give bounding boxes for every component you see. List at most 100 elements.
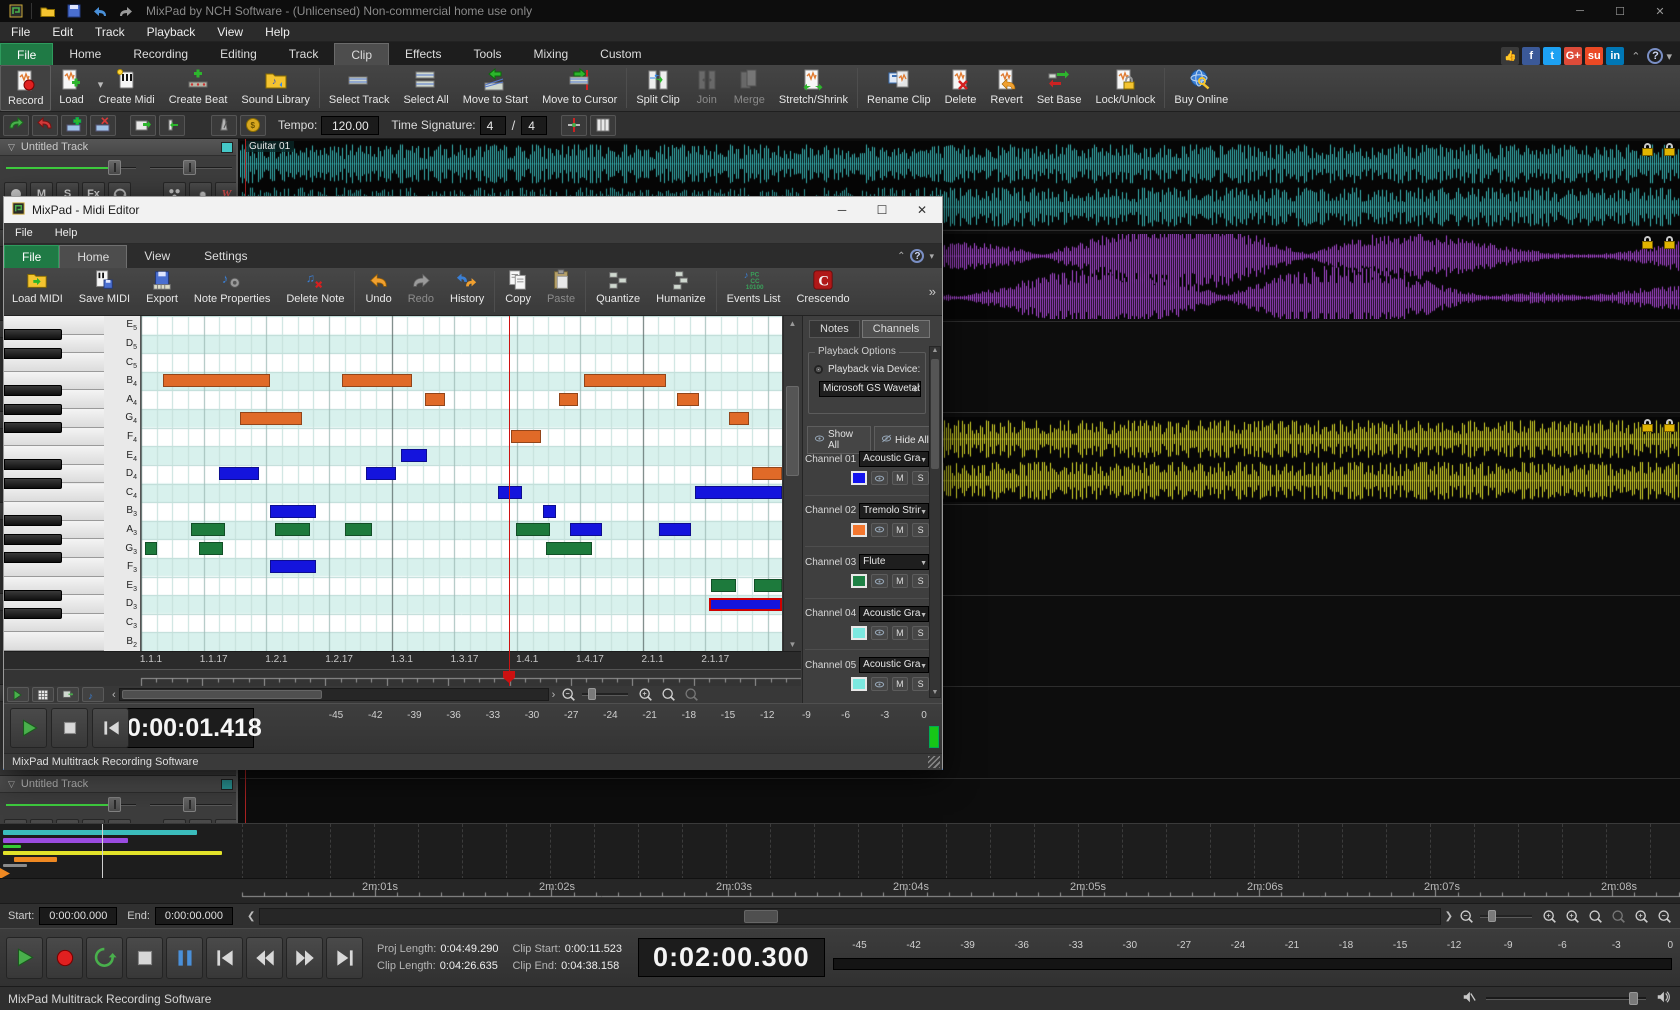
open-icon[interactable] bbox=[38, 3, 58, 19]
volume-slider-thumb[interactable] bbox=[108, 797, 121, 812]
midi-note[interactable] bbox=[754, 579, 782, 592]
channel-eye-button[interactable] bbox=[871, 471, 888, 485]
collapse-track-icon[interactable]: ▽ bbox=[8, 142, 15, 153]
midi-zoom-out-button[interactable]: − bbox=[558, 685, 578, 704]
save-icon[interactable] bbox=[64, 3, 84, 19]
undo-button[interactable]: Undo bbox=[357, 268, 399, 315]
maximize-button[interactable]: ☐ bbox=[1600, 0, 1640, 22]
midi-collapse-icon[interactable]: ⌃ bbox=[897, 251, 905, 262]
tab-clip[interactable]: Clip bbox=[334, 43, 389, 65]
tab-home[interactable]: Home bbox=[53, 43, 117, 65]
redo-small-button[interactable] bbox=[3, 115, 29, 136]
track-header[interactable]: ▽Untitled Track bbox=[0, 139, 238, 156]
show-velocity-button[interactable] bbox=[57, 687, 79, 702]
zoom-vertical-out-button[interactable]: − bbox=[1654, 907, 1674, 926]
midi-note[interactable] bbox=[570, 523, 602, 536]
panel-scrollbar[interactable]: ▲▼ bbox=[929, 346, 941, 698]
collapse-track-icon[interactable]: ▽ bbox=[8, 779, 15, 790]
tab-channels[interactable]: Channels bbox=[862, 320, 930, 338]
midi-note[interactable] bbox=[219, 467, 259, 480]
select-track-button[interactable]: Select Track bbox=[322, 65, 397, 111]
menu-edit[interactable]: Edit bbox=[41, 22, 84, 42]
channel-color-swatch[interactable] bbox=[851, 523, 867, 537]
zoom-slider-thumb[interactable] bbox=[1488, 910, 1496, 922]
googleplus-icon[interactable]: G+ bbox=[1564, 47, 1582, 65]
tab-file[interactable]: File bbox=[0, 43, 53, 65]
clip-lock-icon[interactable] bbox=[1642, 143, 1653, 156]
transport-fast-forward-button[interactable] bbox=[286, 937, 323, 979]
menu-file[interactable]: File bbox=[0, 22, 41, 42]
copy-button[interactable]: Copy bbox=[497, 268, 539, 315]
undo-small-button[interactable] bbox=[32, 115, 58, 136]
channel-eye-button[interactable] bbox=[871, 677, 888, 691]
midi-zoom-selection-button[interactable] bbox=[658, 685, 678, 704]
channel-color-swatch[interactable] bbox=[851, 677, 867, 691]
piano-roll-vscrollbar[interactable]: ▲▼ bbox=[783, 316, 801, 651]
midi-note[interactable] bbox=[240, 412, 302, 425]
midi-note[interactable] bbox=[709, 598, 782, 611]
tab-track[interactable]: Track bbox=[273, 43, 335, 65]
midi-minimize-button[interactable]: ─ bbox=[822, 197, 862, 223]
piano-black-key[interactable] bbox=[4, 515, 62, 526]
piano-roll-grid[interactable] bbox=[141, 316, 782, 651]
like-icon[interactable]: 👍 bbox=[1501, 47, 1519, 65]
piano-white-key[interactable] bbox=[4, 632, 104, 651]
midi-note[interactable] bbox=[345, 523, 372, 536]
zoom-vertical-in-button[interactable]: + bbox=[1631, 907, 1651, 926]
playback-device-select[interactable]: Microsoft GS Wavetable Synth ▼ bbox=[819, 381, 921, 397]
channel-instrument-select[interactable]: Acoustic Grand Piano▼ bbox=[859, 657, 929, 673]
midi-note[interactable] bbox=[511, 430, 541, 443]
clip-lock-icon[interactable] bbox=[1664, 236, 1675, 249]
toolbar-overflow-chevron[interactable]: » bbox=[929, 284, 942, 299]
piano-black-key[interactable] bbox=[4, 552, 62, 563]
midi-note[interactable] bbox=[425, 393, 445, 406]
midi-help-dropdown-icon[interactable]: ▾ bbox=[929, 251, 934, 262]
channel-solo-button[interactable]: S bbox=[912, 574, 929, 588]
vscroll-thumb[interactable] bbox=[786, 386, 799, 476]
royalty-coin-button[interactable]: $ bbox=[240, 115, 266, 136]
delete-track-button[interactable] bbox=[90, 115, 116, 136]
panel-scroll-thumb[interactable] bbox=[931, 359, 939, 469]
menu-track[interactable]: Track bbox=[84, 22, 136, 42]
midi-play-button[interactable] bbox=[10, 708, 47, 748]
close-button[interactable]: ✕ bbox=[1640, 0, 1680, 22]
add-track-button[interactable] bbox=[61, 115, 87, 136]
project-timeline[interactable]: 2m:01s2m:02s2m:03s2m:04s2m:05s2m:06s2m:0… bbox=[0, 878, 1680, 903]
piano-keyboard[interactable]: E5D5C5B4A4G4F4E4D4C4B3A3G3F3E3D3C3B2 bbox=[4, 316, 141, 651]
midi-note[interactable] bbox=[145, 542, 157, 555]
midi-note[interactable] bbox=[711, 579, 736, 592]
linkedin-icon[interactable]: in bbox=[1606, 47, 1624, 65]
midi-note[interactable] bbox=[401, 449, 427, 462]
tab-mixing[interactable]: Mixing bbox=[517, 43, 584, 65]
track-color-chip[interactable] bbox=[221, 779, 233, 790]
midi-ruler[interactable] bbox=[4, 669, 801, 686]
record-button[interactable]: Record bbox=[0, 65, 51, 111]
track-header[interactable]: ▽Untitled Track bbox=[0, 776, 238, 793]
save-midi-button[interactable]: Save MIDI bbox=[71, 268, 138, 315]
transport-record-button[interactable] bbox=[46, 937, 83, 979]
grid-view-button[interactable] bbox=[590, 115, 616, 136]
transport-skip-start-button[interactable] bbox=[206, 937, 243, 979]
project-overview-strip[interactable] bbox=[0, 823, 1680, 878]
transport-rewind-button[interactable] bbox=[246, 937, 283, 979]
overview-playhead[interactable] bbox=[102, 824, 103, 878]
clip-lock-icon[interactable] bbox=[1664, 143, 1675, 156]
tab-effects[interactable]: Effects bbox=[389, 43, 457, 65]
tab-tools[interactable]: Tools bbox=[457, 43, 517, 65]
piano-black-key[interactable] bbox=[4, 422, 62, 433]
midi-note[interactable] bbox=[199, 542, 223, 555]
piano-black-key[interactable] bbox=[4, 590, 62, 601]
scroll-up-arrow[interactable]: ▲ bbox=[784, 316, 801, 328]
midi-hscroll-thumb[interactable] bbox=[122, 690, 322, 699]
quantize-button[interactable]: Quantize bbox=[588, 268, 648, 315]
volume-slider[interactable] bbox=[1486, 997, 1646, 1000]
collapse-ribbon-icon[interactable]: ⌃ bbox=[1631, 50, 1640, 63]
channel-eye-button[interactable] bbox=[871, 523, 888, 537]
panel-scroll-up-arrow[interactable]: ▲ bbox=[930, 347, 940, 354]
transport-loop-button[interactable] bbox=[86, 937, 123, 979]
pan-slider-thumb[interactable] bbox=[183, 797, 196, 812]
piano-black-key[interactable] bbox=[4, 608, 62, 619]
delete-note-button[interactable]: ♫Delete Note bbox=[278, 268, 352, 315]
rename-clip-button[interactable]: Rename Clip bbox=[860, 65, 938, 111]
load-button[interactable]: Load▾ bbox=[51, 65, 91, 111]
